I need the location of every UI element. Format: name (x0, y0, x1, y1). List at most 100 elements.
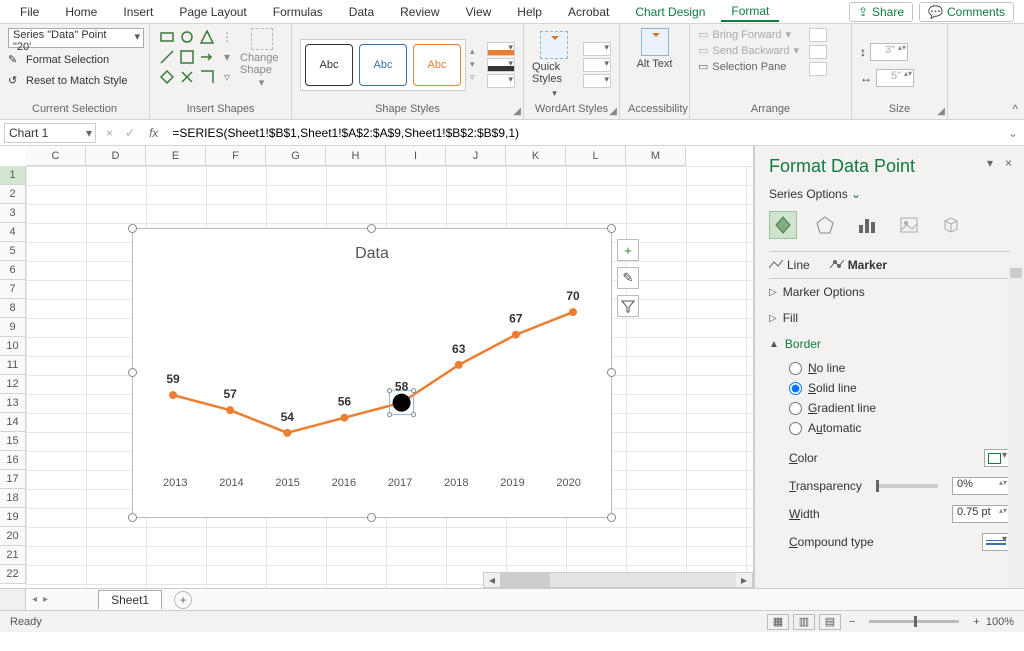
gradient-line-radio[interactable]: Gradient line (789, 401, 1010, 415)
embedded-chart[interactable]: Data 5957545658636770 201320142015201620… (132, 228, 612, 518)
transparency-field[interactable]: 0% (952, 477, 1010, 495)
tab-nav-next[interactable]: ▸ (43, 594, 48, 605)
line-tab[interactable]: Line (769, 258, 810, 272)
pane-scrollbar[interactable] (1008, 266, 1024, 588)
chart-title[interactable]: Data (133, 229, 611, 267)
alt-text-button[interactable]: Alt Text (631, 28, 679, 70)
automatic-radio[interactable]: Automatic (789, 421, 1010, 435)
3d-tab-icon[interactable] (937, 211, 965, 239)
menu-acrobat[interactable]: Acrobat (558, 3, 619, 21)
svg-text:59: 59 (166, 372, 180, 386)
reset-to-match-style-button[interactable]: ↺Reset to Match Style (8, 72, 128, 90)
align-button[interactable] (809, 28, 827, 42)
transparency-slider[interactable] (876, 484, 938, 488)
zoom-value[interactable]: 100% (986, 616, 1014, 628)
selection-pane-button[interactable]: ▭ Selection Pane (698, 60, 799, 73)
marker-tab[interactable]: Marker (830, 258, 887, 272)
shape-outline-button[interactable] (487, 58, 515, 72)
group-current-selection: Current Selection (8, 101, 141, 115)
effects-tab-icon[interactable] (811, 211, 839, 239)
zoom-out-button[interactable]: − (849, 616, 855, 628)
border-color-picker[interactable] (984, 449, 1010, 467)
horizontal-scrollbar[interactable]: ◂▸ (483, 572, 753, 588)
shape-styles-launcher[interactable]: ◢ (513, 106, 521, 117)
zoom-slider[interactable] (869, 620, 959, 623)
height-icon: ↕ (860, 45, 866, 59)
border-width-field[interactable]: 0.75 pt (952, 505, 1010, 523)
color-label: Color (789, 451, 818, 465)
solid-line-radio[interactable]: Solid line (789, 381, 1010, 395)
send-backward-button: ▭ Send Backward ▾ (698, 44, 799, 57)
tab-nav-prev[interactable]: ◂ (32, 594, 37, 605)
series-options-dropdown[interactable]: Series Options (769, 187, 1010, 201)
menu-formulas[interactable]: Formulas (263, 3, 333, 21)
pane-close-button[interactable]: × (1005, 156, 1012, 170)
menu-help[interactable]: Help (507, 3, 552, 21)
collapse-ribbon-button[interactable]: ^ (1012, 102, 1018, 116)
sheet-tab-sheet1[interactable]: Sheet1 (98, 590, 162, 609)
rotate-button[interactable] (809, 62, 827, 76)
group-arrange: Arrange (698, 101, 843, 115)
svg-text:67: 67 (509, 312, 523, 326)
name-box[interactable]: Chart 1 (4, 123, 96, 143)
menu-home[interactable]: Home (55, 3, 107, 21)
format-selection-button[interactable]: ✎Format Selection (8, 51, 109, 69)
pane-options-button[interactable]: ▾ (987, 156, 993, 170)
shape-height-field[interactable]: 3" (870, 43, 908, 61)
picture-tab-icon[interactable] (895, 211, 923, 239)
shape-styles-gallery[interactable]: Abc Abc Abc (300, 39, 466, 91)
page-break-view-button[interactable]: ▤ (819, 614, 841, 630)
no-line-radio[interactable]: No line (789, 361, 1010, 375)
svg-text:56: 56 (338, 395, 352, 409)
svg-text:63: 63 (452, 342, 466, 356)
marker-options-section[interactable]: ▷Marker Options (769, 279, 1010, 305)
shape-fill-button[interactable] (487, 42, 515, 56)
enter-formula-icon[interactable]: ✓ (119, 126, 141, 140)
menu-chart-design[interactable]: Chart Design (625, 3, 715, 21)
shape-gallery[interactable]: ⋮ ▾ ▿ (158, 28, 236, 86)
fill-section[interactable]: ▷Fill (769, 305, 1010, 331)
menu-insert[interactable]: Insert (113, 3, 163, 21)
zoom-in-button[interactable]: + (973, 616, 979, 628)
shape-width-field[interactable]: 5" (876, 69, 914, 87)
text-fill-button[interactable] (583, 42, 611, 56)
menu-review[interactable]: Review (390, 3, 449, 21)
page-layout-view-button[interactable]: ▥ (793, 614, 815, 630)
compound-type-picker[interactable] (982, 533, 1010, 551)
wordart-launcher[interactable]: ◢ (609, 106, 617, 117)
group-button[interactable] (809, 45, 827, 59)
svg-text:57: 57 (223, 387, 237, 401)
new-sheet-button[interactable]: + (174, 591, 192, 609)
status-ready: Ready (10, 616, 42, 628)
menu-data[interactable]: Data (339, 3, 384, 21)
menu-view[interactable]: View (456, 3, 502, 21)
menu-format[interactable]: Format (721, 2, 779, 22)
width-label: Width (789, 507, 820, 521)
shape-effects-button[interactable] (487, 74, 515, 88)
chart-elements-button[interactable]: + (617, 239, 639, 261)
formula-input[interactable] (166, 120, 1002, 145)
pane-title: Format Data Point (769, 156, 1010, 177)
fx-icon[interactable]: fx (141, 126, 166, 140)
chart-filters-button[interactable] (617, 295, 639, 317)
menu-page-layout[interactable]: Page Layout (169, 3, 256, 21)
worksheet-grid[interactable]: CDEFGHIJKLM 1234567891011121314151617181… (0, 146, 754, 588)
menu-file[interactable]: File (10, 3, 49, 21)
expand-formula-bar[interactable]: ⌄ (1002, 126, 1024, 140)
comments-button[interactable]: 💬 Comments (919, 2, 1014, 22)
compound-label: Compound type (789, 535, 874, 549)
text-effects-button[interactable] (583, 74, 611, 88)
chart-element-selector[interactable]: Series "Data" Point "20' (8, 28, 144, 48)
border-section[interactable]: ▲Border (769, 331, 1010, 357)
group-accessibility: Accessibility (628, 101, 681, 115)
normal-view-button[interactable]: ▦ (767, 614, 789, 630)
chart-styles-button[interactable]: ✎ (617, 267, 639, 289)
share-button[interactable]: ⇪ Share (849, 2, 913, 22)
fill-line-tab-icon[interactable] (769, 211, 797, 239)
quick-styles-button[interactable]: Quick Styles (532, 31, 575, 99)
cancel-formula-icon[interactable]: × (100, 126, 119, 140)
series-options-tab-icon[interactable] (853, 211, 881, 239)
text-outline-button[interactable] (583, 58, 611, 72)
svg-text:54: 54 (281, 410, 295, 424)
size-launcher[interactable]: ◢ (937, 106, 945, 117)
